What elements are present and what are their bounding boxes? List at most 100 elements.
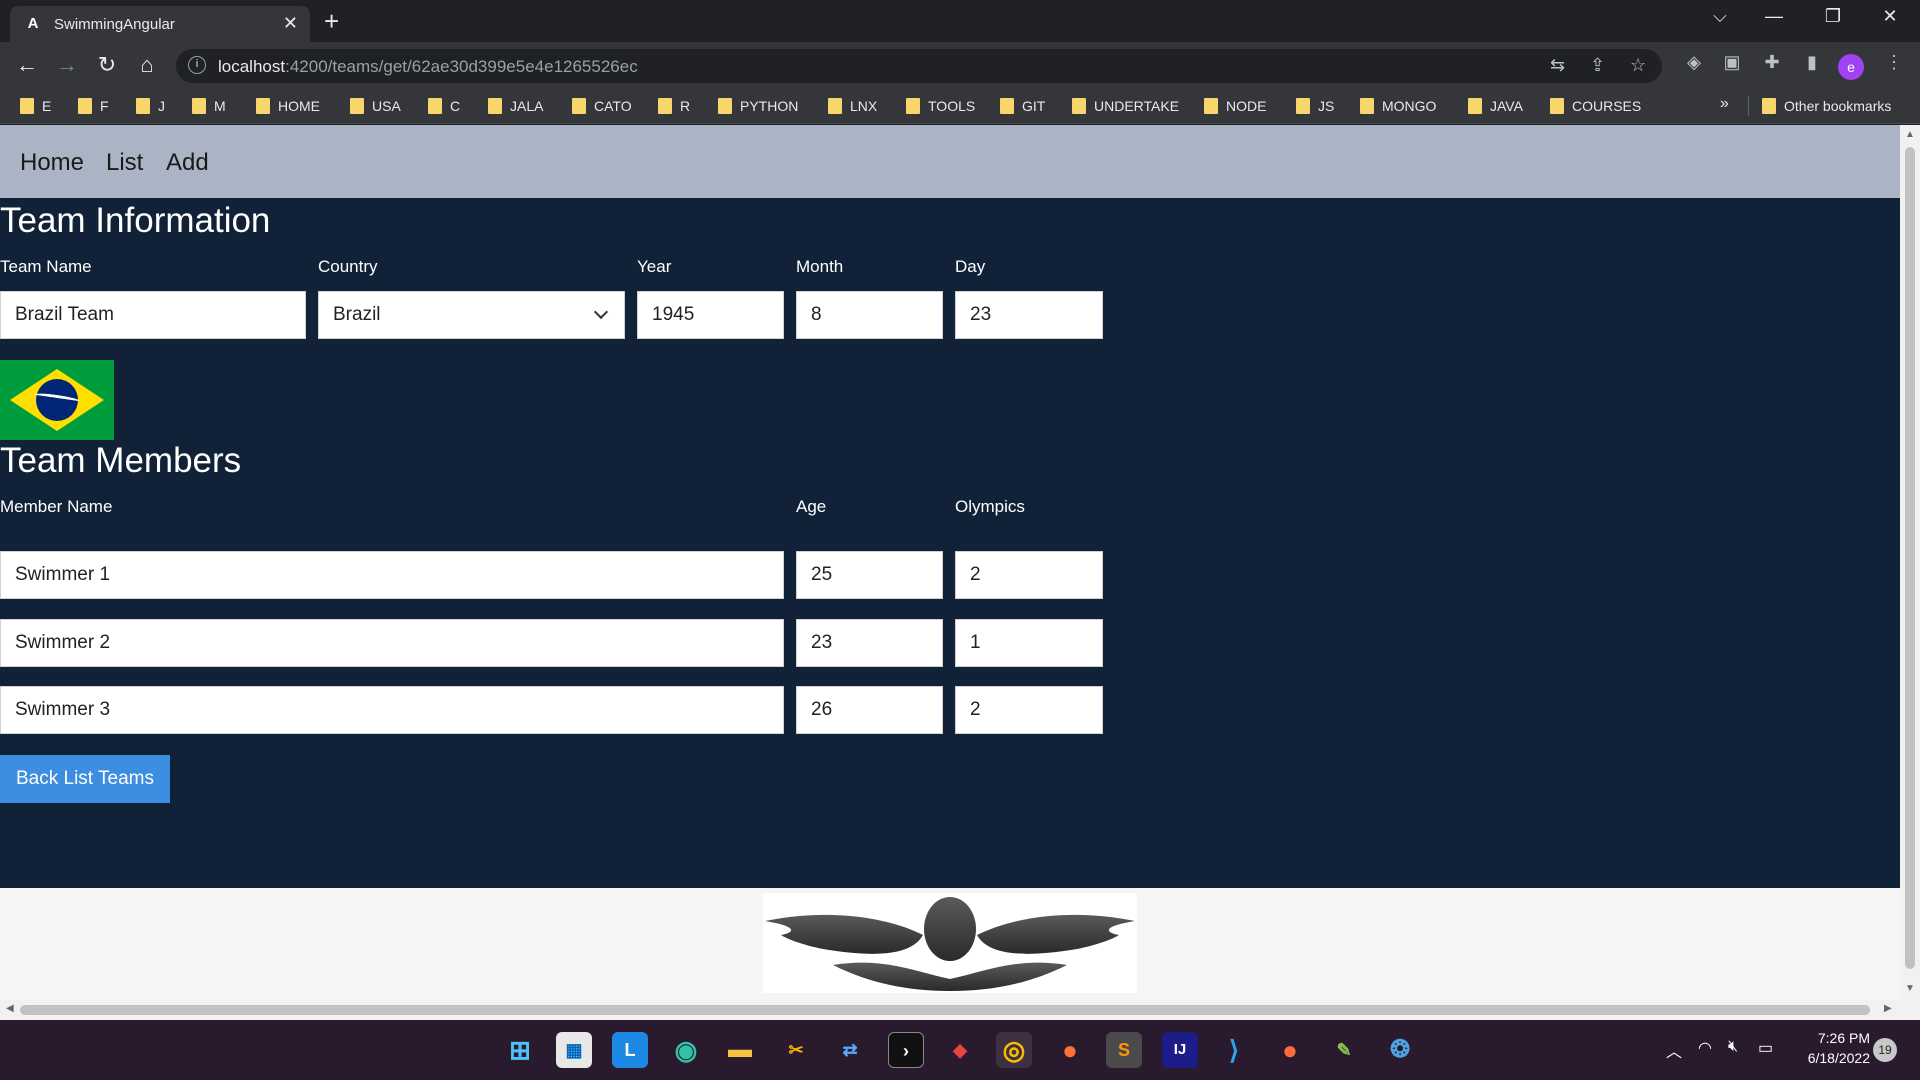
day-field[interactable] <box>955 291 1103 339</box>
month-field[interactable] <box>796 291 943 339</box>
member-age-input[interactable] <box>811 620 936 666</box>
site-info-icon[interactable]: i <box>188 56 206 74</box>
member-age-input[interactable] <box>811 552 936 598</box>
browser-tab[interactable]: A SwimmingAngular ✕ <box>10 6 310 42</box>
file-explorer-icon[interactable]: ▬ <box>722 1032 758 1068</box>
close-tab-icon[interactable]: ✕ <box>283 14 298 32</box>
horizontal-scroll-thumb[interactable] <box>20 1005 1870 1015</box>
member-age-field[interactable] <box>796 619 943 667</box>
bookmark-folder[interactable]: C <box>428 96 460 116</box>
database-app-icon[interactable]: ❂ <box>1382 1032 1418 1068</box>
bookmark-folder[interactable]: CATO <box>572 96 632 116</box>
bookmark-folder[interactable]: F <box>78 96 109 116</box>
team-name-field[interactable] <box>0 291 306 339</box>
member-olympics-field[interactable] <box>955 686 1103 734</box>
member-name-input[interactable] <box>15 552 777 598</box>
horizontal-scrollbar[interactable]: ◀ ▶ <box>0 1000 1900 1020</box>
member-age-input[interactable] <box>811 687 936 733</box>
side-panel-icon[interactable]: ▮ <box>1798 52 1826 73</box>
close-window-icon[interactable]: ✕ <box>1870 6 1910 27</box>
nav-add-link[interactable]: Add <box>166 149 209 177</box>
member-age-field[interactable] <box>796 551 943 599</box>
chrome-menu-icon[interactable]: ⋮ <box>1880 52 1908 73</box>
system-clock[interactable]: 7:26 PM 6/18/2022 <box>1790 1028 1870 1068</box>
vertical-scroll-thumb[interactable] <box>1905 147 1915 969</box>
bookmark-folder[interactable]: UNDERTAKE <box>1072 96 1179 116</box>
profile-avatar[interactable]: e <box>1838 54 1864 80</box>
minimize-icon[interactable]: — <box>1754 6 1794 27</box>
network-app-icon[interactable]: ⇄ <box>832 1032 868 1068</box>
bookmark-folder[interactable]: NODE <box>1204 96 1266 116</box>
team-name-input[interactable] <box>15 292 299 338</box>
back-icon[interactable]: ← <box>12 50 42 80</box>
windows-start-icon[interactable]: ⊞ <box>502 1032 538 1068</box>
other-bookmarks-folder[interactable]: Other bookmarks <box>1762 96 1891 116</box>
country-select[interactable]: Brazil <box>318 291 625 339</box>
member-name-input[interactable] <box>15 620 777 666</box>
more-bookmarks-button[interactable]: » <box>1720 95 1729 113</box>
member-name-field[interactable] <box>0 686 784 734</box>
month-input[interactable] <box>811 292 936 338</box>
bookmark-star-icon[interactable]: ☆ <box>1630 55 1646 76</box>
vscode-icon[interactable]: ⟩ <box>1216 1032 1252 1068</box>
scroll-right-icon[interactable]: ▶ <box>1884 1003 1892 1014</box>
year-field[interactable] <box>637 291 784 339</box>
google-translate-extension-icon[interactable]: ▣ <box>1718 52 1746 73</box>
sublime-icon[interactable]: S <box>1106 1032 1142 1068</box>
edge-icon[interactable]: ◉ <box>668 1032 704 1068</box>
volume-muted-icon[interactable]: 🔇︎ <box>1728 1038 1738 1056</box>
member-olympics-input[interactable] <box>970 552 1096 598</box>
bookmark-folder[interactable]: COURSES <box>1550 96 1641 116</box>
member-name-field[interactable] <box>0 619 784 667</box>
bookmark-folder[interactable]: GIT <box>1000 96 1045 116</box>
url-text[interactable]: localhost:4200/teams/get/62ae30d399e5e4e… <box>218 57 638 77</box>
home-icon[interactable]: ⌂ <box>132 50 162 80</box>
terminal-icon[interactable]: › <box>888 1032 924 1068</box>
l-app-icon[interactable]: L <box>612 1032 648 1068</box>
extensions-puzzle-icon[interactable]: ✚ <box>1758 52 1786 73</box>
member-olympics-field[interactable] <box>955 619 1103 667</box>
chrome-icon[interactable]: ◎ <box>996 1032 1032 1068</box>
vertical-scrollbar[interactable]: ▲ ▼ <box>1900 125 1920 1000</box>
member-olympics-field[interactable] <box>955 551 1103 599</box>
nav-list-link[interactable]: List <box>106 149 143 177</box>
address-bar[interactable]: i localhost:4200/teams/get/62ae30d399e5e… <box>176 49 1662 83</box>
scroll-up-icon[interactable]: ▲ <box>1905 129 1915 140</box>
scroll-left-icon[interactable]: ◀ <box>6 1003 14 1014</box>
member-olympics-input[interactable] <box>970 620 1096 666</box>
restore-icon[interactable]: ❐ <box>1813 6 1853 27</box>
share-icon[interactable]: ⇪ <box>1590 55 1605 76</box>
tab-search-icon[interactable]: ⌵ <box>1700 6 1740 27</box>
forward-icon[interactable]: → <box>52 50 82 80</box>
reload-icon[interactable]: ↻ <box>92 50 122 80</box>
bookmark-folder[interactable]: USA <box>350 96 401 116</box>
bookmark-folder[interactable]: JALA <box>488 96 543 116</box>
store-icon[interactable]: ▦ <box>556 1032 592 1068</box>
member-name-field[interactable] <box>0 551 784 599</box>
scroll-down-icon[interactable]: ▼ <box>1905 983 1915 994</box>
tool-app-icon[interactable]: ✂ <box>778 1032 814 1068</box>
intellij-icon[interactable]: IJ <box>1162 1032 1198 1068</box>
bookmark-folder[interactable]: R <box>658 96 690 116</box>
show-hidden-icons-icon[interactable]: ︿ <box>1666 1038 1682 1062</box>
firefox-icon[interactable]: ● <box>1052 1032 1088 1068</box>
battery-icon[interactable]: ▭ <box>1758 1038 1773 1058</box>
year-input[interactable] <box>652 292 777 338</box>
nav-home-link[interactable]: Home <box>20 149 84 177</box>
bookmark-folder[interactable]: MONGO <box>1360 96 1436 116</box>
day-input[interactable] <box>970 292 1096 338</box>
git-app-icon[interactable]: ◆ <box>942 1032 978 1068</box>
member-age-field[interactable] <box>796 686 943 734</box>
bookmark-folder[interactable]: HOME <box>256 96 320 116</box>
notepad-plus-icon[interactable]: ✎ <box>1326 1032 1362 1068</box>
back-list-teams-button[interactable]: Back List Teams <box>0 755 170 803</box>
wifi-icon[interactable]: ◠ <box>1698 1038 1712 1058</box>
postman-icon[interactable]: ● <box>1272 1032 1308 1068</box>
bookmark-folder[interactable]: TOOLS <box>906 96 975 116</box>
bookmark-folder[interactable]: PYTHON <box>718 96 798 116</box>
translate-icon[interactable]: ⇆ <box>1550 55 1565 76</box>
new-tab-icon[interactable]: + <box>324 6 339 36</box>
member-olympics-input[interactable] <box>970 687 1096 733</box>
extension-icon[interactable]: ◈ <box>1680 52 1708 73</box>
bookmark-folder[interactable]: JS <box>1296 96 1334 116</box>
